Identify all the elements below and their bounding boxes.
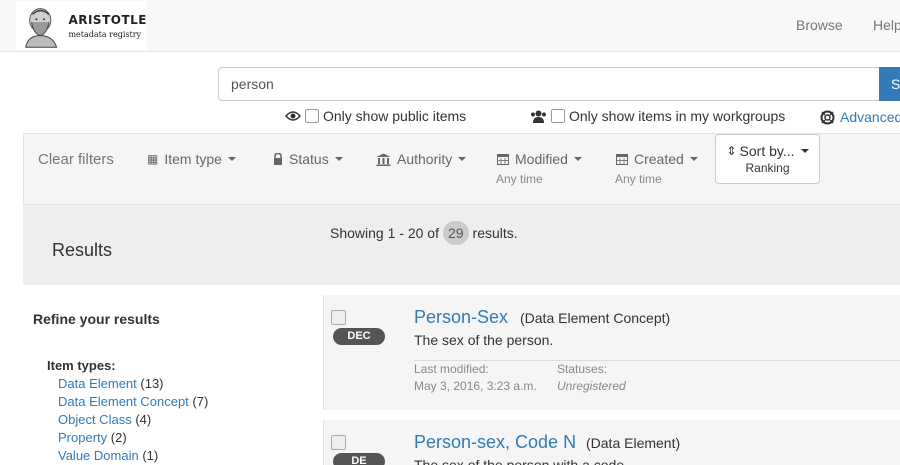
divider xyxy=(414,360,900,361)
puzzle-icon: ▦ xyxy=(147,152,159,166)
modified-filter[interactable]: Modified xyxy=(497,151,582,167)
chevron-down-icon xyxy=(458,157,467,161)
advanced-search-label: Advanced xyxy=(840,109,900,125)
modified-label: Modified xyxy=(515,151,568,167)
item-type-badge: DEC xyxy=(333,328,385,345)
result-select-checkbox[interactable] xyxy=(331,310,346,325)
modified-range: Any time xyxy=(496,172,543,186)
institution-icon xyxy=(376,153,391,166)
status-label: Status xyxy=(289,151,329,167)
public-only-checkbox[interactable] xyxy=(305,109,319,123)
results-count: Showing 1 - 20 of 29 results. xyxy=(330,221,518,245)
nav-browse-link[interactable]: Browse xyxy=(796,17,843,33)
brand-name: ARISTOTLE xyxy=(68,12,147,27)
facet-item: Data Element Concept (7) xyxy=(58,394,208,409)
modified-meta-label: Last modified: xyxy=(414,362,489,376)
clear-filters-button[interactable]: Clear filters xyxy=(38,151,114,168)
created-filter[interactable]: Created xyxy=(616,151,698,167)
chevron-down-icon xyxy=(800,149,809,153)
result-title-link[interactable]: Person-sex, Code N xyxy=(414,432,576,453)
facet-count: (13) xyxy=(140,376,164,391)
facet-item: Property (2) xyxy=(58,430,127,445)
facet-count: (1) xyxy=(142,448,159,463)
lock-icon xyxy=(274,153,282,165)
result-select-checkbox[interactable] xyxy=(331,435,346,450)
facet-item: Data Element (13) xyxy=(58,376,164,391)
facet-link-data-element-concept[interactable]: Data Element Concept xyxy=(58,394,189,409)
calendar-icon xyxy=(616,154,628,165)
created-range: Any time xyxy=(615,172,662,186)
life-ring-icon xyxy=(820,110,835,124)
item-type-label: Item type xyxy=(164,151,222,167)
workgroups-only-checkbox[interactable] xyxy=(551,109,565,123)
modified-meta-value: May 3, 2016, 3:23 a.m. xyxy=(414,379,537,393)
facet-link-data-element[interactable]: Data Element xyxy=(58,376,137,391)
search-button[interactable]: Search xyxy=(879,67,900,101)
showing-suffix: results. xyxy=(472,225,518,241)
search-input[interactable] xyxy=(218,67,880,101)
status-meta-label: Statuses: xyxy=(557,362,608,376)
item-type-badge: DE xyxy=(333,453,385,465)
result-type: (Data Element) xyxy=(586,435,681,451)
item-types-facet-title: Item types: xyxy=(47,358,116,373)
chevron-down-icon xyxy=(573,157,582,161)
authority-label: Authority xyxy=(397,151,453,167)
brand-subtitle: metadata registry xyxy=(68,29,142,39)
sort-dropdown[interactable]: ⇕ Sort by... Ranking xyxy=(715,134,820,184)
facet-count: (4) xyxy=(135,412,152,427)
facet-count: (2) xyxy=(110,430,127,445)
calendar-icon xyxy=(497,154,509,165)
results-title: Results xyxy=(52,240,113,260)
chevron-down-icon xyxy=(334,157,343,161)
workgroups-only-label: Only show items in my workgroups xyxy=(569,108,786,124)
result-type: (Data Element Concept) xyxy=(520,310,671,326)
result-description: The sex of the person. xyxy=(414,332,554,348)
chevron-down-icon xyxy=(689,157,698,161)
result-title-link[interactable]: Person-Sex xyxy=(414,307,508,328)
facet-link-value-domain[interactable]: Value Domain xyxy=(58,448,139,463)
facet-link-property[interactable]: Property xyxy=(58,430,107,445)
facet-count: (7) xyxy=(192,394,209,409)
status-filter[interactable]: Status xyxy=(273,151,343,167)
sort-value: Ranking xyxy=(745,161,790,175)
facet-item: Object Class (4) xyxy=(58,412,151,427)
navbar: ARISTOTLE metadata registry Browse Help xyxy=(0,0,900,52)
showing-prefix: Showing 1 - 20 of xyxy=(330,225,439,241)
authority-filter[interactable]: Authority xyxy=(376,151,467,167)
public-only-label: Only show public items xyxy=(323,108,467,124)
results-header xyxy=(23,205,900,285)
chevron-down-icon xyxy=(227,157,236,161)
item-type-filter[interactable]: ▦ Item type xyxy=(147,151,236,167)
users-icon xyxy=(531,110,546,123)
total-badge: 29 xyxy=(442,221,469,245)
result-description: The sex of the person with a code. xyxy=(414,457,629,465)
sort-icon: ⇕ xyxy=(726,144,737,158)
created-label: Created xyxy=(634,151,684,167)
brand-logo-link[interactable]: ARISTOTLE metadata registry xyxy=(16,1,147,50)
workgroups-only-option: Only show items in my workgroups xyxy=(530,108,785,124)
refine-title: Refine your results xyxy=(33,311,160,327)
advanced-search-link[interactable]: Advanced xyxy=(820,109,900,125)
aristotle-bust-logo xyxy=(20,4,63,48)
status-meta-value: Unregistered xyxy=(557,379,626,393)
facet-link-object-class[interactable]: Object Class xyxy=(58,412,132,427)
sort-label: Sort by... xyxy=(739,143,795,159)
eye-icon xyxy=(285,111,301,121)
public-only-option: Only show public items xyxy=(285,108,466,124)
nav-help-link[interactable]: Help xyxy=(873,17,900,33)
facet-item: Value Domain (1) xyxy=(58,448,158,463)
